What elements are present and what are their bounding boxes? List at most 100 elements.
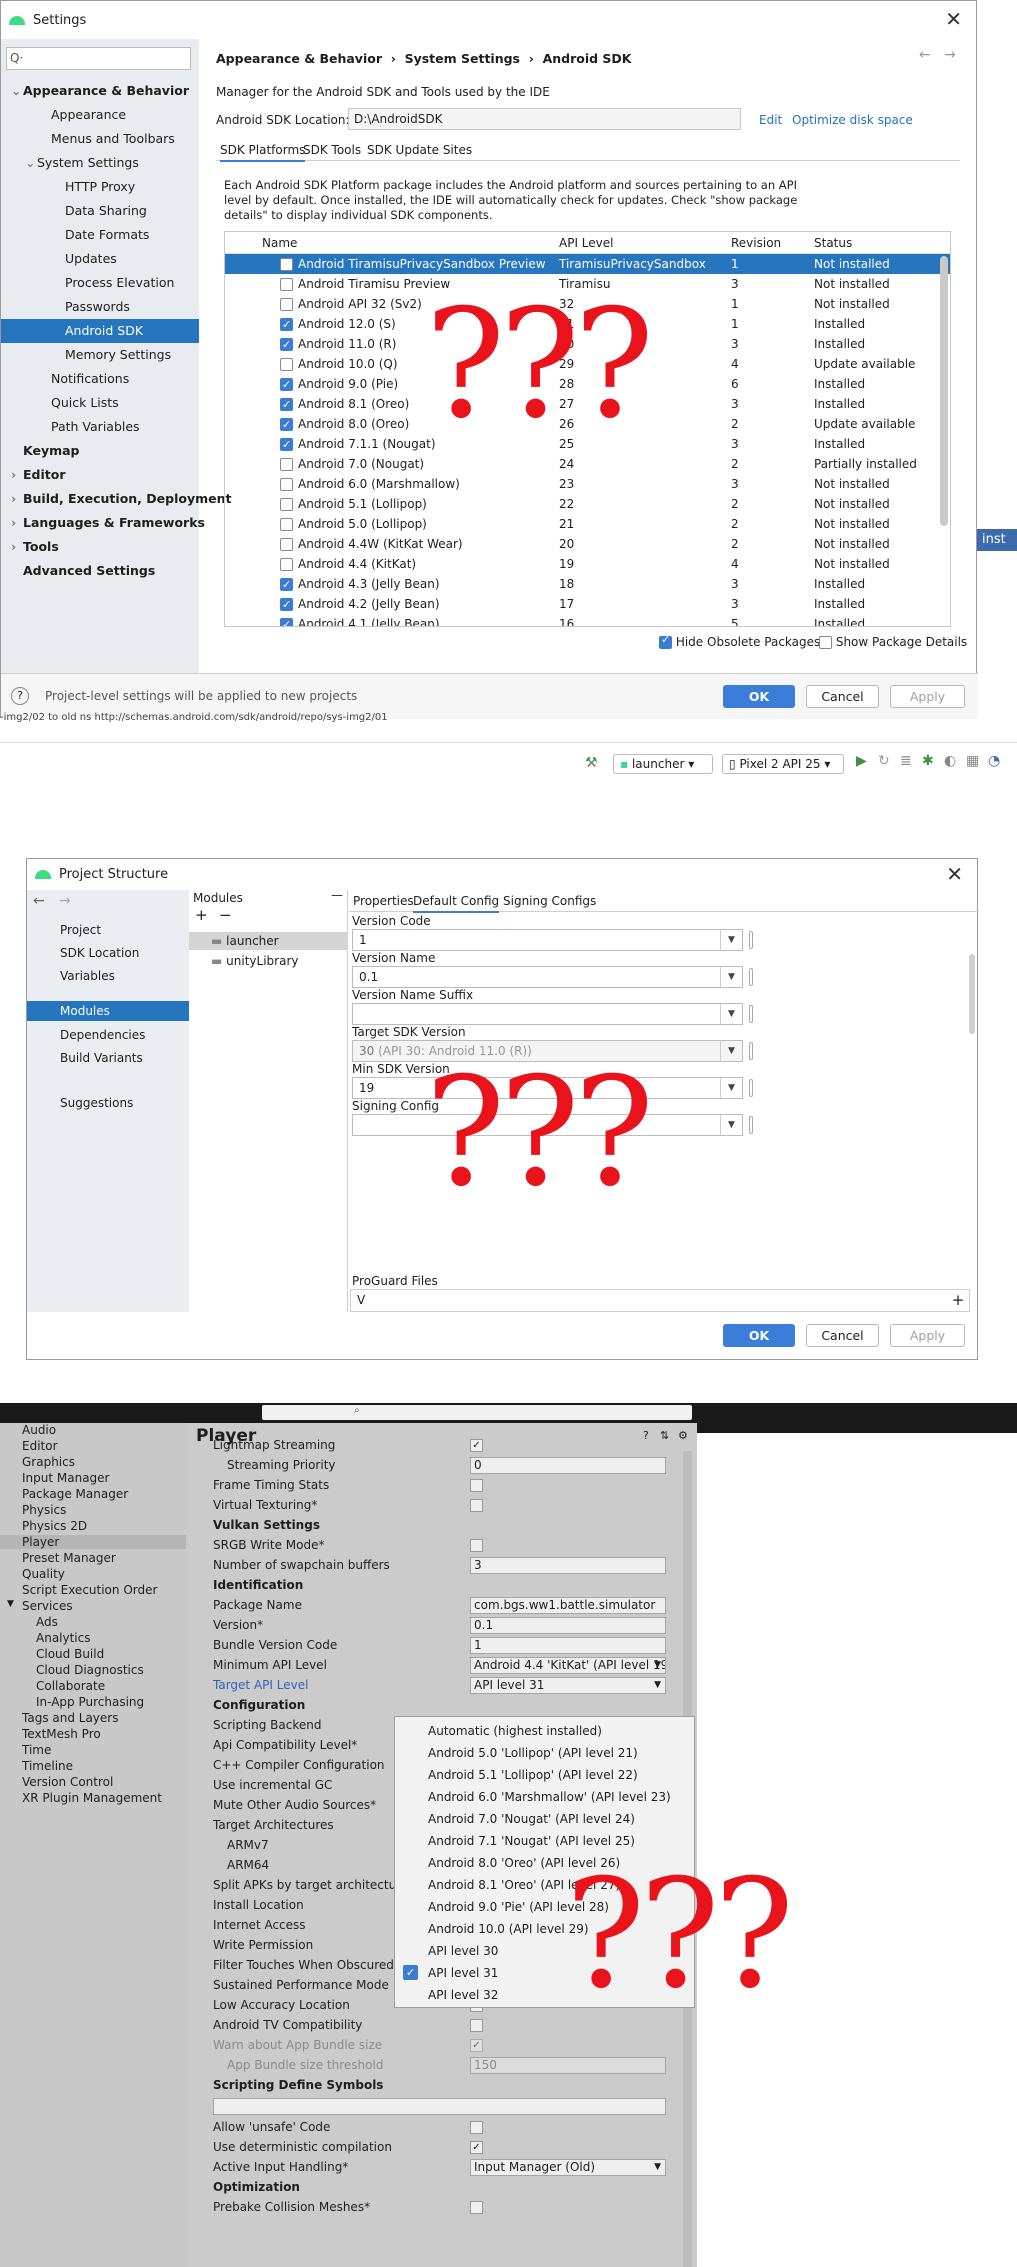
property-input[interactable]: 0.1	[470, 1617, 666, 1634]
sidebar-item[interactable]: › Languages & Frameworks	[1, 511, 205, 535]
unity-search-input[interactable]: ⌕	[262, 1405, 692, 1420]
sidebar-item[interactable]: › Editor	[1, 463, 199, 487]
column-header[interactable]: API Level	[559, 232, 613, 254]
forward-arrow-icon[interactable]: →	[944, 47, 956, 63]
field-side-handle[interactable]	[749, 1116, 753, 1134]
table-row[interactable]: Android 4.4 (KitKat) 19 4 Not installed	[225, 554, 950, 574]
sidebar-item[interactable]: Process Elevation	[1, 271, 199, 295]
category-item[interactable]: Quality	[22, 1567, 65, 1581]
sidebar-item[interactable]: ⌄ Appearance & Behavior	[1, 79, 199, 103]
sidebar-item[interactable]: Appearance	[1, 103, 199, 127]
ok-button[interactable]: OK	[723, 1324, 795, 1347]
sidebar-item[interactable]: Memory Settings	[1, 343, 199, 367]
profiler-icon[interactable]: ◔	[988, 753, 1000, 769]
sidebar-item[interactable]: Quick Lists	[1, 391, 199, 415]
cancel-button[interactable]: Cancel	[806, 1324, 879, 1347]
add-module-icon[interactable]: +	[195, 906, 208, 924]
category-item[interactable]: Collaborate	[36, 1679, 105, 1693]
sidebar-item[interactable]: Date Formats	[1, 223, 199, 247]
sdk-location-field[interactable]: D:\AndroidSDK	[348, 108, 741, 130]
debug-icon[interactable]: ✱	[922, 753, 934, 769]
chevron-down-icon[interactable]: ▼	[720, 1041, 742, 1061]
chevron-icon[interactable]: ›	[11, 463, 23, 487]
category-item[interactable]: Ads	[36, 1615, 58, 1629]
breadcrumb-item[interactable]: System Settings	[405, 51, 520, 66]
sidebar-item[interactable]: ⌄ System Settings	[1, 151, 199, 175]
property-checkbox[interactable]: ✓	[470, 2141, 483, 2154]
row-checkbox[interactable]	[280, 574, 297, 595]
category-item[interactable]: In-App Purchasing	[36, 1695, 144, 1709]
chevron-down-icon[interactable]: ▼	[7, 1599, 14, 1609]
tab-sdk-tools[interactable]: SDK Tools	[303, 143, 361, 157]
category-item[interactable]: XR Plugin Management	[22, 1791, 162, 1805]
row-checkbox[interactable]	[280, 274, 297, 294]
sidebar-item[interactable]: Advanced Settings	[1, 559, 199, 583]
property-input[interactable]: 150	[470, 2057, 666, 2074]
category-item[interactable]: Cloud Build	[36, 1647, 104, 1661]
property-checkbox[interactable]	[470, 2201, 483, 2214]
dropdown-option[interactable]: Android 5.0 'Lollipop' (API level 21)	[428, 1746, 638, 1760]
sidebar-item[interactable]: Updates	[1, 247, 199, 271]
property-input[interactable]: 1	[470, 1637, 666, 1654]
row-checkbox[interactable]	[280, 354, 297, 374]
module-item[interactable]: ▬ launcher	[189, 932, 348, 950]
category-item[interactable]: Services	[22, 1599, 73, 1613]
close-icon[interactable]: ✕	[945, 7, 962, 31]
row-checkbox[interactable]	[280, 434, 297, 455]
apply-button[interactable]: Apply	[890, 685, 965, 708]
chevron-down-icon[interactable]: ▼	[720, 1078, 742, 1098]
device-select[interactable]: ▯ Pixel 2 API 25 ▾	[722, 754, 844, 774]
category-item[interactable]: Audio	[22, 1423, 56, 1437]
field-input[interactable]: 1 ▼	[352, 929, 743, 951]
sidebar-item[interactable]: Data Sharing	[1, 199, 199, 223]
category-item[interactable]: TextMesh Pro	[22, 1727, 101, 1741]
row-checkbox[interactable]	[280, 294, 297, 314]
row-checkbox[interactable]	[280, 374, 297, 395]
category-item[interactable]: Analytics	[36, 1631, 91, 1645]
dropdown-option[interactable]: Android 7.1 'Nougat' (API level 25)	[428, 1834, 635, 1848]
logcat-icon[interactable]: ≣	[900, 753, 912, 769]
nav-modules[interactable]: Modules	[27, 1001, 189, 1021]
field-input[interactable]: ▼	[352, 1003, 743, 1025]
ps-scrollbar[interactable]	[969, 954, 975, 1034]
gear-icon[interactable]: ⚙	[678, 1429, 688, 1442]
sidebar-item[interactable]: Notifications	[1, 367, 199, 391]
property-input[interactable]: com.bgs.ww1.battle.simulator	[470, 1597, 666, 1614]
property-checkbox[interactable]: ✓	[470, 2039, 483, 2052]
edit-link[interactable]: Edit	[759, 113, 782, 127]
dropdown-option[interactable]: Android 5.1 'Lollipop' (API level 22)	[428, 1768, 638, 1782]
table-row[interactable]: Android TiramisuPrivacySandbox Preview Ti…	[225, 254, 950, 274]
table-row[interactable]: Android 4.1 (Jelly Bean) 16 5 Installed	[225, 614, 950, 626]
attach-icon[interactable]: ◐	[944, 753, 956, 769]
dropdown-option[interactable]: API level 30	[428, 1944, 498, 1958]
row-checkbox[interactable]	[280, 534, 297, 554]
run-config-select[interactable]: ▪ launcher ▾	[613, 754, 713, 774]
tab-default-config[interactable]: Default Config	[413, 894, 500, 913]
rerun-icon[interactable]: ↻	[878, 753, 890, 769]
proguard-list[interactable]: V +	[350, 1289, 970, 1312]
category-item[interactable]: Cloud Diagnostics	[36, 1663, 144, 1677]
dropdown-option[interactable]: Android 6.0 'Marshmallow' (API level 23)	[428, 1790, 671, 1804]
sidebar-item[interactable]: Passwords	[1, 295, 199, 319]
nav-project[interactable]: Project	[60, 923, 101, 937]
chevron-icon[interactable]: ⌄	[11, 79, 23, 103]
sidebar-item[interactable]: HTTP Proxy	[1, 175, 199, 199]
chevron-icon[interactable]: ⌄	[25, 151, 37, 175]
table-row[interactable]: Android 7.0 (Nougat) 24 2 Partially install…	[225, 454, 950, 474]
category-item[interactable]: Input Manager	[22, 1471, 110, 1485]
remove-module-icon[interactable]: −	[219, 906, 232, 924]
row-checkbox[interactable]	[280, 554, 297, 574]
category-item[interactable]: Physics 2D	[22, 1519, 87, 1533]
back-arrow-icon[interactable]: ←	[33, 893, 45, 909]
chevron-down-icon[interactable]: ▼	[720, 1004, 742, 1024]
sidebar-item[interactable]: Menus and Toolbars	[1, 127, 199, 151]
run-icon[interactable]: ▶	[856, 753, 867, 769]
row-checkbox[interactable]	[280, 454, 297, 474]
chevron-icon[interactable]: ›	[11, 535, 23, 559]
chevron-icon[interactable]: ›	[11, 487, 23, 511]
tab-sdk-update-sites[interactable]: SDK Update Sites	[367, 143, 472, 157]
row-checkbox[interactable]	[280, 334, 297, 355]
nav-dependencies[interactable]: Dependencies	[60, 1028, 145, 1042]
category-item[interactable]: Script Execution Order	[22, 1583, 157, 1597]
back-arrow-icon[interactable]: ←	[919, 47, 931, 63]
